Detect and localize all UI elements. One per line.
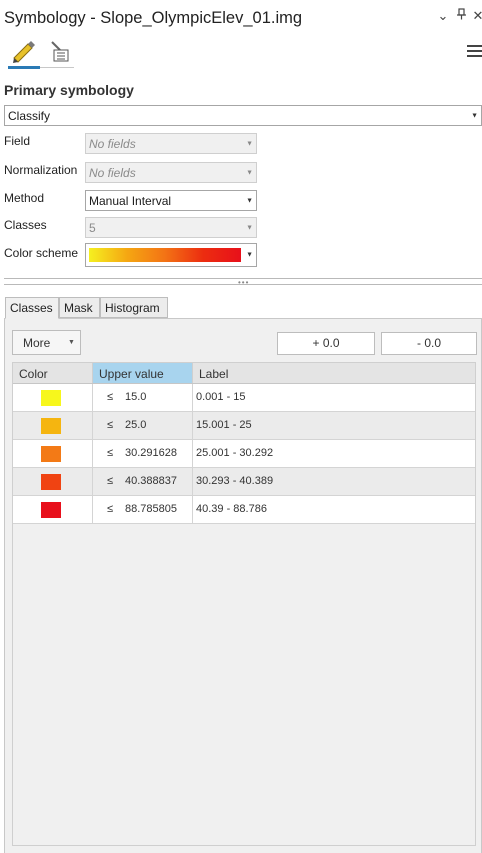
upper-value[interactable]: 25.0 bbox=[125, 419, 146, 431]
class-label[interactable]: 40.39 - 88.786 bbox=[196, 503, 267, 515]
vary-symbology-icon[interactable] bbox=[44, 38, 74, 66]
class-label[interactable]: 15.001 - 25 bbox=[196, 419, 252, 431]
renderer-dropdown[interactable]: Classify ▼ bbox=[4, 105, 482, 126]
title-bar: Symbology - Slope_OlympicElev_01.img ⌄ ✕ bbox=[0, 0, 482, 38]
less-equal-symbol: ≤ bbox=[107, 475, 114, 487]
class-label[interactable]: 30.293 - 40.389 bbox=[196, 475, 273, 487]
upper-value[interactable]: 88.785805 bbox=[125, 503, 177, 515]
color-scheme-dropdown[interactable]: ▼ bbox=[85, 243, 257, 267]
column-header-label[interactable]: Label bbox=[193, 363, 475, 383]
close-icon[interactable]: ✕ bbox=[471, 8, 482, 24]
chevron-down-icon: ▼ bbox=[68, 339, 75, 346]
splitter-grip-icon: ••• bbox=[238, 278, 250, 287]
column-header-upper-value[interactable]: Upper value bbox=[93, 363, 193, 383]
table-row[interactable]: ≤ 30.291628 25.001 - 30.292 bbox=[13, 440, 475, 468]
table-row[interactable]: ≤ 40.388837 30.293 - 40.389 bbox=[13, 468, 475, 496]
class-label[interactable]: 25.001 - 30.292 bbox=[196, 447, 273, 459]
color-scheme-label: Color scheme bbox=[4, 246, 79, 260]
active-mode-indicator bbox=[8, 66, 40, 69]
less-equal-symbol: ≤ bbox=[107, 503, 114, 515]
class-color-swatch[interactable] bbox=[41, 390, 61, 406]
upper-value[interactable]: 15.0 bbox=[125, 391, 146, 403]
subtract-offset-button[interactable]: - 0.0 bbox=[381, 332, 477, 355]
table-row[interactable]: ≤ 88.785805 40.39 - 88.786 bbox=[13, 496, 475, 524]
chevron-down-icon: ▼ bbox=[246, 224, 253, 231]
chevron-down-icon: ▼ bbox=[471, 112, 478, 119]
less-equal-symbol: ≤ bbox=[107, 447, 114, 459]
tab-classes[interactable]: Classes bbox=[5, 297, 59, 319]
more-label: More bbox=[23, 336, 51, 350]
class-color-swatch[interactable] bbox=[41, 446, 61, 462]
less-equal-symbol: ≤ bbox=[107, 391, 114, 403]
classes-label: Classes bbox=[4, 218, 47, 232]
table-header: Color Upper value Label bbox=[13, 363, 475, 384]
more-button[interactable]: More ▼ bbox=[12, 330, 81, 355]
add-offset-button[interactable]: + 0.0 bbox=[277, 332, 375, 355]
table-row[interactable]: ≤ 25.0 15.001 - 25 bbox=[13, 412, 475, 440]
upper-value[interactable]: 40.388837 bbox=[125, 475, 177, 487]
pin-icon[interactable] bbox=[454, 8, 468, 23]
tab-histogram[interactable]: Histogram bbox=[100, 297, 168, 318]
method-value: Manual Interval bbox=[89, 193, 172, 208]
field-dropdown[interactable]: No fields ▼ bbox=[85, 133, 257, 154]
class-color-swatch[interactable] bbox=[41, 502, 61, 518]
chevron-down-icon: ▼ bbox=[246, 197, 253, 204]
method-label: Method bbox=[4, 191, 45, 205]
classes-value: 5 bbox=[89, 220, 96, 235]
renderer-value: Classify bbox=[8, 108, 51, 123]
method-dropdown[interactable]: Manual Interval ▼ bbox=[85, 190, 257, 211]
pane-title: Symbology - Slope_OlympicElev_01.img bbox=[4, 9, 303, 27]
options-chevron-icon[interactable]: ⌄ bbox=[436, 8, 450, 24]
normalization-label: Normalization bbox=[4, 163, 78, 177]
classes-table: Color Upper value Label ≤ 15.0 0.001 - 1… bbox=[12, 362, 476, 846]
chevron-down-icon: ▼ bbox=[246, 169, 253, 176]
pane-splitter[interactable]: ••• bbox=[4, 277, 482, 287]
class-label[interactable]: 0.001 - 15 bbox=[196, 391, 246, 403]
field-label: Field bbox=[4, 134, 31, 148]
class-color-swatch[interactable] bbox=[41, 474, 61, 490]
primary-symbology-pen-icon[interactable] bbox=[10, 38, 40, 66]
field-value: No fields bbox=[89, 136, 136, 151]
menu-icon[interactable] bbox=[467, 45, 482, 59]
normalization-value: No fields bbox=[89, 165, 136, 180]
chevron-down-icon: ▼ bbox=[246, 140, 253, 147]
classes-dropdown[interactable]: 5 ▼ bbox=[85, 217, 257, 238]
upper-value[interactable]: 30.291628 bbox=[125, 447, 177, 459]
color-ramp-preview bbox=[89, 248, 241, 262]
section-title: Primary symbology bbox=[4, 82, 134, 98]
symbology-mode-bar bbox=[6, 38, 74, 72]
chevron-down-icon: ▼ bbox=[246, 251, 253, 259]
table-row[interactable]: ≤ 15.0 0.001 - 15 bbox=[13, 384, 475, 412]
less-equal-symbol: ≤ bbox=[107, 419, 114, 431]
column-header-color[interactable]: Color bbox=[13, 363, 93, 383]
class-color-swatch[interactable] bbox=[41, 418, 61, 434]
tab-mask[interactable]: Mask bbox=[59, 297, 100, 318]
normalization-dropdown[interactable]: No fields ▼ bbox=[85, 162, 257, 183]
